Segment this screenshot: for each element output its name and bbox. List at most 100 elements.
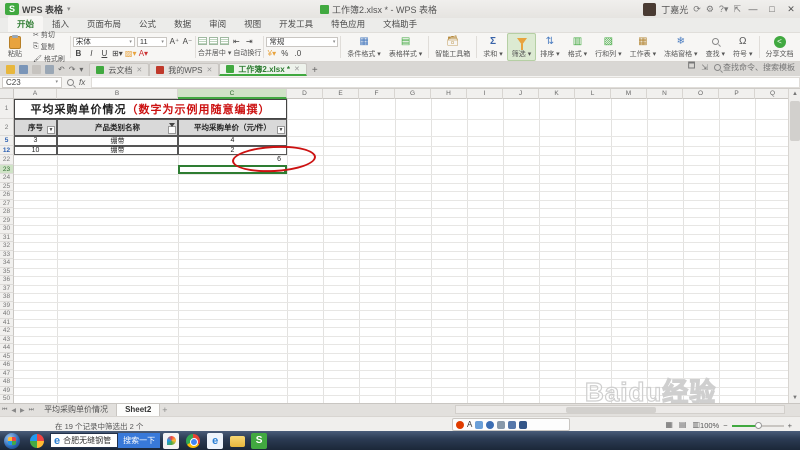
- row-header-40[interactable]: 40: [0, 310, 14, 319]
- column-header-G[interactable]: G: [395, 89, 431, 99]
- formula-input[interactable]: [91, 76, 800, 88]
- qat-dropdown-icon[interactable]: ▾: [79, 65, 83, 74]
- filter-active-icon[interactable]: [168, 123, 176, 134]
- menu-tab-7[interactable]: 开发工具: [270, 16, 322, 32]
- taskbar-search-box[interactable]: e 合肥无缝钢管: [50, 433, 119, 448]
- zoom-in-icon[interactable]: +: [788, 421, 792, 430]
- close-tab-icon[interactable]: ✕: [136, 66, 142, 74]
- worksheet-button[interactable]: ▦ 工作表 ▾: [626, 33, 660, 61]
- font-size-select[interactable]: 11 ▾: [136, 36, 167, 47]
- column-header-K[interactable]: K: [539, 89, 575, 99]
- select-all-corner[interactable]: [0, 89, 14, 99]
- column-header-I[interactable]: I: [467, 89, 503, 99]
- font-decrease-button[interactable]: A⁻: [182, 37, 193, 46]
- ribbon-collapse-icon[interactable]: ⇱: [733, 4, 741, 15]
- font-name-select[interactable]: 宋体 ▾: [72, 36, 135, 47]
- column-header-N[interactable]: N: [647, 89, 683, 99]
- row-header-35[interactable]: 35: [0, 267, 14, 276]
- next-sheet-icon[interactable]: ▶: [18, 407, 27, 414]
- scroll-up-icon[interactable]: ▲: [790, 89, 800, 99]
- borders-button[interactable]: ⊞▾: [112, 49, 123, 58]
- print-preview-icon[interactable]: [32, 65, 41, 74]
- freeze-panes-button[interactable]: ❄ 冻结窗格 ▾: [660, 33, 701, 61]
- maximize-button[interactable]: □: [765, 4, 779, 14]
- paste-button[interactable]: 粘贴: [0, 33, 30, 61]
- minimize-button[interactable]: —: [746, 4, 760, 14]
- column-header-O[interactable]: O: [683, 89, 719, 99]
- ime-mic-icon[interactable]: [486, 420, 495, 429]
- cell-header-b2[interactable]: 产品类别名称: [57, 119, 178, 136]
- ime-skin-icon[interactable]: [519, 420, 528, 429]
- row-header-45[interactable]: 45: [0, 352, 14, 361]
- row-header-22[interactable]: 22: [0, 155, 14, 165]
- cell-b5[interactable]: 绷带: [57, 136, 178, 146]
- filter-dropdown-icon[interactable]: ▼: [47, 126, 55, 134]
- chrome-icon[interactable]: [186, 433, 201, 448]
- input-method-bar[interactable]: A: [452, 418, 570, 431]
- copy-button[interactable]: ⎘ 复制: [33, 42, 65, 52]
- row-header-1[interactable]: 1: [0, 99, 14, 119]
- column-header-A[interactable]: A: [14, 89, 57, 99]
- sheet-tab-sheet2[interactable]: Sheet2: [117, 404, 161, 416]
- column-header-P[interactable]: P: [719, 89, 755, 99]
- row-header-50[interactable]: 50: [0, 395, 14, 403]
- cell-b12[interactable]: 绷带: [57, 145, 178, 155]
- row-header-32[interactable]: 32: [0, 242, 14, 251]
- format-button[interactable]: ▥ 格式 ▾: [564, 33, 591, 61]
- menu-tab-6[interactable]: 视图: [235, 16, 270, 32]
- wps-taskbar-icon[interactable]: S: [251, 432, 268, 449]
- taskbar-search-text[interactable]: 合肥无缝钢管: [63, 435, 117, 446]
- horizontal-scrollbar[interactable]: [455, 405, 785, 414]
- menu-tab-4[interactable]: 数据: [165, 16, 200, 32]
- rows-cols-button[interactable]: ▧ 行和列 ▾: [591, 33, 625, 61]
- prev-sheet-icon[interactable]: ◀: [9, 407, 18, 414]
- row-header-44[interactable]: 44: [0, 344, 14, 353]
- zoom-out-icon[interactable]: −: [723, 421, 727, 430]
- row-header-26[interactable]: 26: [0, 191, 14, 200]
- magnifier-icon[interactable]: [67, 78, 74, 86]
- save-icon[interactable]: [19, 65, 28, 74]
- row-header-12[interactable]: 12: [0, 145, 14, 155]
- conditional-format-button[interactable]: ▦ 条件格式 ▾: [343, 33, 384, 61]
- reading-mode-icon[interactable]: 🗖: [688, 60, 696, 74]
- sheet-tab-avg-price[interactable]: 平均采购单价情况: [36, 404, 118, 416]
- row-header-33[interactable]: 33: [0, 250, 14, 259]
- row-header-48[interactable]: 48: [0, 378, 14, 387]
- row-header-46[interactable]: 46: [0, 361, 14, 370]
- ime-pen-icon[interactable]: [475, 420, 484, 429]
- undo-icon[interactable]: ↶: [58, 65, 65, 74]
- ime-toolbox-icon[interactable]: [508, 420, 517, 429]
- row-header-29[interactable]: 29: [0, 216, 14, 225]
- underline-button[interactable]: U: [99, 49, 110, 58]
- user-avatar[interactable]: [643, 2, 657, 16]
- italic-button[interactable]: I: [86, 49, 97, 58]
- first-sheet-icon[interactable]: ⏮: [0, 407, 9, 414]
- currency-button[interactable]: ¥▾: [266, 49, 277, 58]
- ie-taskbar-icon[interactable]: e: [207, 432, 224, 449]
- spreadsheet-grid[interactable]: ABCDEFGHIJKLMNOPQ 1 2 5 12 22 23 24 25 26 27 28 29 3…: [0, 89, 788, 403]
- align-top-icon[interactable]: [197, 37, 207, 45]
- sogou-icon[interactable]: [456, 420, 464, 429]
- last-sheet-icon[interactable]: ⏭: [27, 407, 36, 414]
- row-header-24[interactable]: 24: [0, 174, 14, 183]
- menu-tab-3[interactable]: 公式: [130, 16, 165, 32]
- doc-tab-workbook2[interactable]: 工作簿2.xlsx * ✕: [219, 63, 307, 76]
- redo-icon[interactable]: ↷: [69, 65, 76, 74]
- filter-dropdown-icon[interactable]: ▼: [277, 126, 285, 134]
- cell-title-a1[interactable]: 平均采购单价情况 （数字为示例用随意编撰）: [14, 99, 287, 119]
- row-header-37[interactable]: 37: [0, 284, 14, 293]
- cell-c5[interactable]: 4: [178, 136, 287, 146]
- vertical-scroll-thumb[interactable]: [790, 101, 800, 141]
- row-header-23[interactable]: 23: [0, 164, 14, 174]
- bold-button[interactable]: B: [73, 49, 84, 58]
- doc-tab-cloud[interactable]: 云文档 ✕: [89, 63, 150, 76]
- font-color-button[interactable]: A▾: [138, 49, 149, 58]
- doc-tab-mywps[interactable]: 我的WPS ✕: [149, 63, 220, 76]
- align-bottom-icon[interactable]: [219, 37, 229, 45]
- cell-a5[interactable]: 3: [14, 136, 57, 146]
- column-header-F[interactable]: F: [359, 89, 395, 99]
- column-header-H[interactable]: H: [431, 89, 467, 99]
- row-header-38[interactable]: 38: [0, 293, 14, 302]
- percent-button[interactable]: %: [279, 49, 290, 58]
- cut-button[interactable]: ✂ 剪切: [33, 30, 65, 40]
